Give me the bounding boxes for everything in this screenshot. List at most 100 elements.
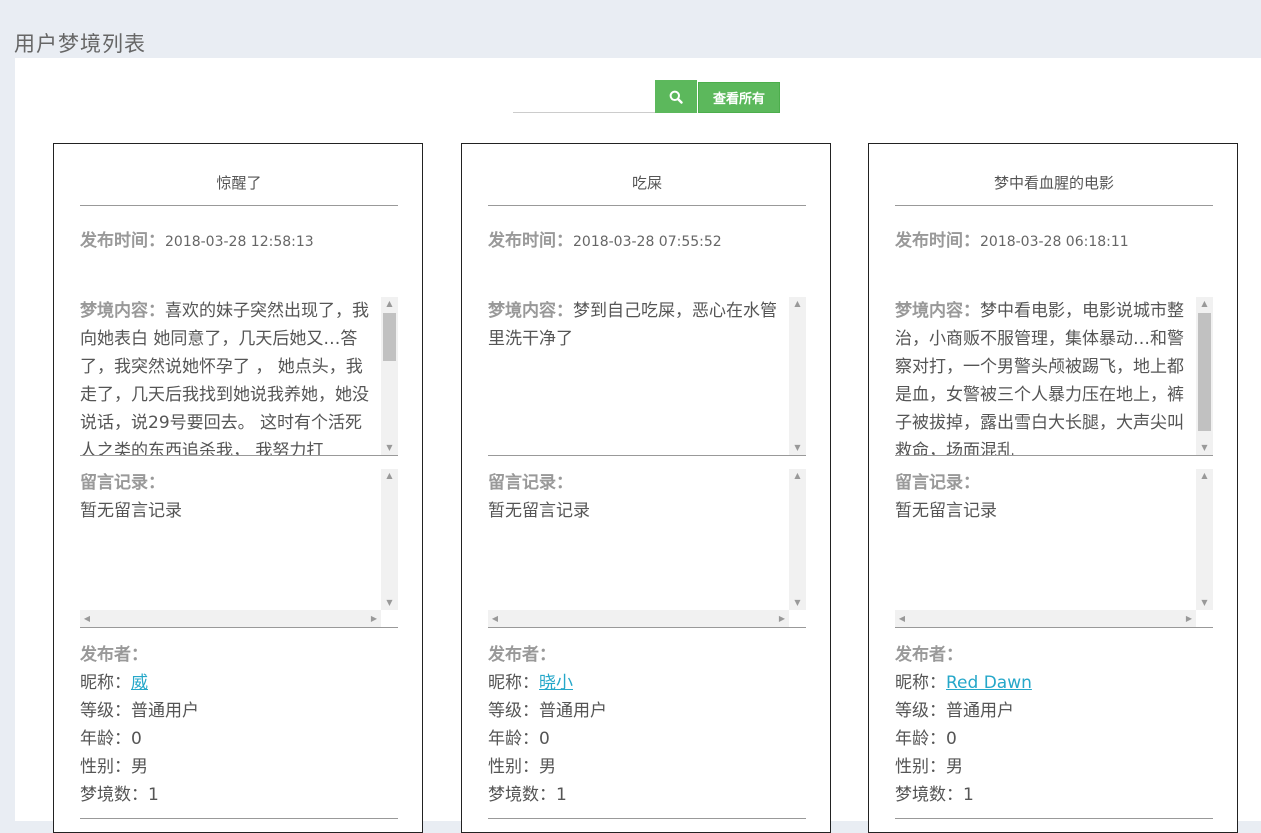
messages-box[interactable]: 留言记录： 暂无留言记录 ▲ ▼ ◀ ▶ [488,469,806,628]
scroll-down-arrow-icon[interactable]: ▼ [1196,441,1213,455]
scroll-down-arrow-icon[interactable]: ▼ [381,441,398,455]
divider [895,818,1213,819]
dream-count-row: 梦境数：1 [80,781,398,809]
age-row: 年龄：0 [488,725,806,753]
nickname-link[interactable]: 晓小 [539,673,573,693]
scroll-right-arrow-icon[interactable]: ▶ [775,610,789,627]
messages-box[interactable]: 留言记录： 暂无留言记录 ▲ ▼ ◀ ▶ [80,469,398,628]
level-row: 等级：普通用户 [895,697,1213,725]
publish-time-label: 发布时间： [895,231,980,251]
messages-vscrollbar[interactable]: ▲ ▼ [381,469,398,610]
messages-content: 留言记录： 暂无留言记录 [488,469,806,525]
messages-label: 留言记录： [895,473,980,493]
dream-title: 惊醒了 [80,172,398,206]
age-label: 年龄： [488,729,539,749]
page-title: 用户梦境列表 [14,32,146,56]
nickname-label: 昵称： [488,673,539,693]
gender-value: 男 [946,757,963,777]
age-value: 0 [946,729,957,749]
scroll-up-arrow-icon[interactable]: ▲ [381,297,398,311]
content-scrollbar[interactable]: ▲ ▼ [381,297,398,455]
age-value: 0 [539,729,550,749]
dream-card: 吃屎 发布时间：2018-03-28 07:55:52 梦境内容：梦到自己吃屎，… [461,143,831,833]
messages-hscrollbar[interactable]: ◀ ▶ [80,610,381,627]
scroll-left-arrow-icon[interactable]: ◀ [488,610,502,627]
scroll-down-arrow-icon[interactable]: ▼ [789,596,806,610]
dream-card: 梦中看血腥的电影 发布时间：2018-03-28 06:18:11 梦境内容：梦… [868,143,1238,833]
scroll-up-arrow-icon[interactable]: ▲ [1196,297,1213,311]
dream-count-row: 梦境数：1 [895,781,1213,809]
scroll-up-arrow-icon[interactable]: ▲ [789,297,806,311]
dream-content: 梦境内容：梦中看电影，电影说城市整治，小商贩不服管理，集体暴动…和警察对打，一个… [895,297,1191,455]
messages-label: 留言记录： [80,473,165,493]
dream-count-value: 1 [148,785,159,805]
publisher-info: 发布者： 昵称：晓小 等级：普通用户 年龄：0 性别：男 梦境数：1 [488,641,806,809]
dream-title: 梦中看血腥的电影 [895,172,1213,206]
messages-text: 暂无留言记录 [895,501,997,521]
dream-content-label: 梦境内容： [895,301,980,321]
scroll-down-arrow-icon[interactable]: ▼ [789,441,806,455]
messages-content: 留言记录： 暂无留言记录 [895,469,1213,525]
scrollbar-thumb[interactable] [1198,313,1211,431]
dream-content-box[interactable]: 梦境内容：喜欢的妹子突然出现了，我向她表白 她同意了，几天后她又…答了，我突然说… [80,297,398,456]
age-row: 年龄：0 [80,725,398,753]
nickname-row: 昵称：晓小 [488,669,806,697]
publisher-label: 发布者： [895,645,963,665]
dream-content-box[interactable]: 梦境内容：梦到自己吃屎，恶心在水管里洗干净了 ▲ ▼ [488,297,806,456]
dream-count-label: 梦境数： [488,785,556,805]
nickname-link[interactable]: 威 [131,673,148,693]
messages-hscrollbar[interactable]: ◀ ▶ [895,610,1196,627]
age-label: 年龄： [80,729,131,749]
messages-vscrollbar[interactable]: ▲ ▼ [789,469,806,610]
publish-time-value: 2018-03-28 12:58:13 [165,234,314,250]
nickname-link[interactable]: Red Dawn [946,673,1032,693]
publish-time-row: 发布时间：2018-03-28 12:58:13 [80,226,314,251]
nickname-label: 昵称： [80,673,131,693]
level-label: 等级： [895,701,946,721]
scroll-left-arrow-icon[interactable]: ◀ [80,610,94,627]
scroll-down-arrow-icon[interactable]: ▼ [1196,596,1213,610]
publisher-info: 发布者： 昵称：威 等级：普通用户 年龄：0 性别：男 梦境数：1 [80,641,398,809]
dream-count-label: 梦境数： [895,785,963,805]
scroll-up-arrow-icon[interactable]: ▲ [1196,469,1213,483]
messages-label: 留言记录： [488,473,573,493]
level-value: 普通用户 [539,701,607,721]
gender-value: 男 [131,757,148,777]
search-input[interactable] [513,80,655,113]
search-button[interactable] [655,80,697,113]
level-value: 普通用户 [131,701,199,721]
scroll-right-arrow-icon[interactable]: ▶ [367,610,381,627]
divider [488,818,806,819]
dream-count-value: 1 [556,785,567,805]
scroll-down-arrow-icon[interactable]: ▼ [381,596,398,610]
messages-box[interactable]: 留言记录： 暂无留言记录 ▲ ▼ ◀ ▶ [895,469,1213,628]
scroll-up-arrow-icon[interactable]: ▲ [789,469,806,483]
scrollbar-thumb[interactable] [383,313,396,361]
publish-time-value: 2018-03-28 06:18:11 [980,234,1129,250]
messages-text: 暂无留言记录 [80,501,182,521]
content-scrollbar[interactable]: ▲ ▼ [1196,297,1213,455]
messages-vscrollbar[interactable]: ▲ ▼ [1196,469,1213,610]
age-value: 0 [131,729,142,749]
gender-value: 男 [539,757,556,777]
messages-content: 留言记录： 暂无留言记录 [80,469,398,525]
dream-card: 惊醒了 发布时间：2018-03-28 12:58:13 梦境内容：喜欢的妹子突… [53,143,423,833]
publish-time-row: 发布时间：2018-03-28 07:55:52 [488,226,722,251]
content-scrollbar[interactable]: ▲ ▼ [789,297,806,455]
level-row: 等级：普通用户 [80,697,398,725]
level-value: 普通用户 [946,701,1014,721]
search-icon [669,90,683,104]
messages-text: 暂无留言记录 [488,501,590,521]
dream-content-text: 喜欢的妹子突然出现了，我向她表白 她同意了，几天后她又…答了，我突然说她怀孕了 … [80,301,369,456]
dream-content-label: 梦境内容： [488,301,573,321]
dream-content-box[interactable]: 梦境内容：梦中看电影，电影说城市整治，小商贩不服管理，集体暴动…和警察对打，一个… [895,297,1213,456]
view-all-button[interactable]: 查看所有 [698,82,781,113]
scroll-up-arrow-icon[interactable]: ▲ [381,469,398,483]
dream-count-value: 1 [963,785,974,805]
gender-row: 性别：男 [895,753,1213,781]
scroll-left-arrow-icon[interactable]: ◀ [895,610,909,627]
publish-time-label: 发布时间： [80,231,165,251]
gender-label: 性别： [488,757,539,777]
scroll-right-arrow-icon[interactable]: ▶ [1182,610,1196,627]
messages-hscrollbar[interactable]: ◀ ▶ [488,610,789,627]
